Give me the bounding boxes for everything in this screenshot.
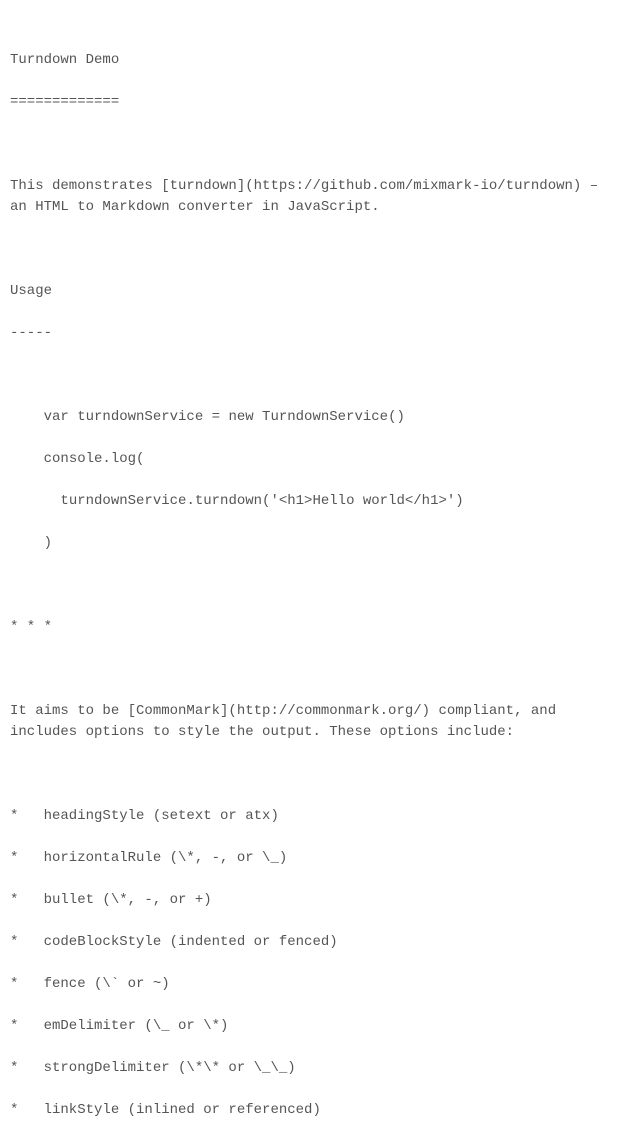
code-line-3: turndownService.turndown('<h1>Hello worl… <box>10 491 615 512</box>
intro-text: This demonstrates [turndown](https://git… <box>10 176 615 218</box>
code-line-2: console.log( <box>10 449 615 470</box>
option-item: * emDelimiter (\_ or \*) <box>10 1016 615 1037</box>
option-item: * codeBlockStyle (indented or fenced) <box>10 932 615 953</box>
title: Turndown Demo <box>10 50 615 71</box>
option-item: * horizontalRule (\*, -, or \_) <box>10 848 615 869</box>
blank <box>10 659 615 680</box>
blank <box>10 764 615 785</box>
usage-heading: Usage <box>10 281 615 302</box>
option-item: * strongDelimiter (\*\* or \_\_) <box>10 1058 615 1079</box>
blank <box>10 134 615 155</box>
blank <box>10 365 615 386</box>
aim-text: It aims to be [CommonMark](http://common… <box>10 701 615 743</box>
code-line-1: var turndownService = new TurndownServic… <box>10 407 615 428</box>
blank <box>10 575 615 596</box>
title-underline: ============= <box>10 92 615 113</box>
option-item: * bullet (\*, -, or +) <box>10 890 615 911</box>
blank <box>10 239 615 260</box>
horizontal-rule: * * * <box>10 617 615 638</box>
usage-underline: ----- <box>10 323 615 344</box>
option-item: * headingStyle (setext or atx) <box>10 806 615 827</box>
code-line-4: ) <box>10 533 615 554</box>
option-item: * fence (\` or ~) <box>10 974 615 995</box>
option-item: * linkStyle (inlined or referenced) <box>10 1100 615 1121</box>
